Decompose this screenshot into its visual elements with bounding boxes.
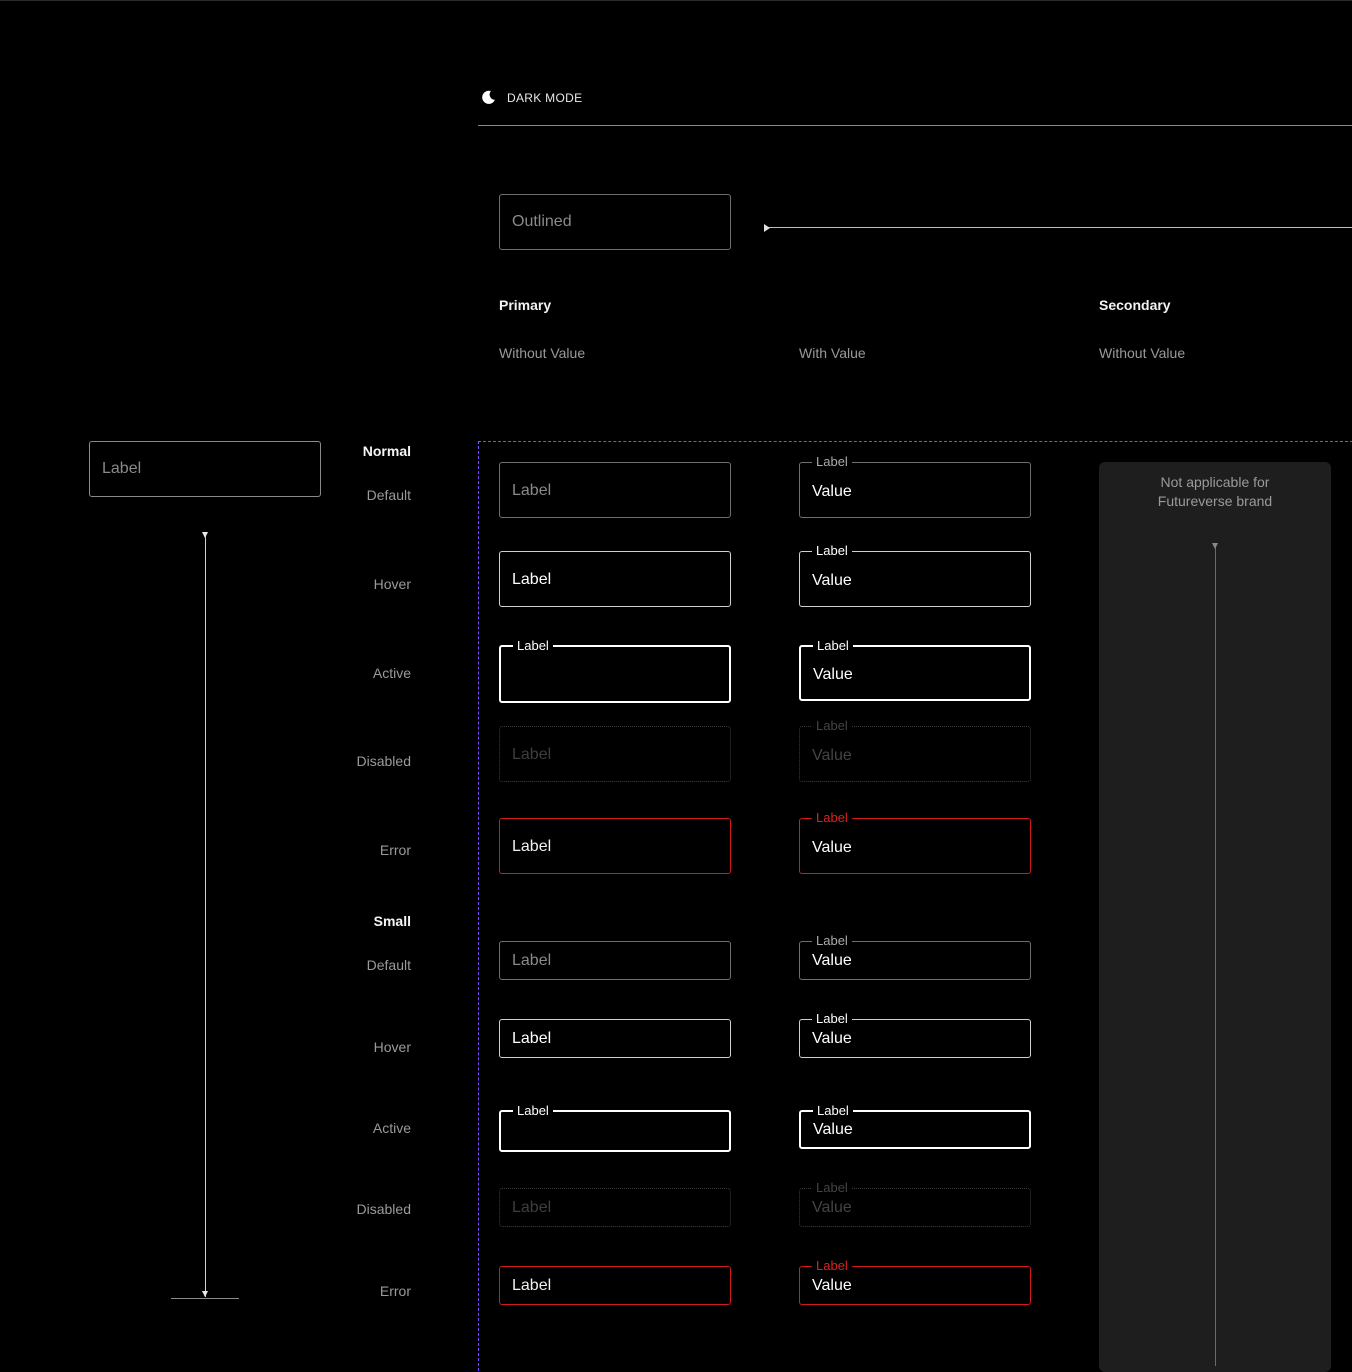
group-primary: Primary	[499, 297, 552, 313]
field-floating-label: Label	[812, 1180, 852, 1195]
field-floating-label: Label	[812, 454, 852, 469]
row-normal-error: Error	[379, 842, 411, 858]
normal-hover-field[interactable]: Label	[499, 551, 731, 607]
small-active-value-field[interactable]: Label Value	[799, 1103, 1031, 1149]
top-edge-line	[0, 0, 1352, 1]
measurement-line	[205, 532, 206, 1297]
section-normal: Normal	[362, 443, 411, 459]
measurement-baseline	[171, 1298, 239, 1299]
panel-guide-line	[1215, 546, 1216, 1366]
connector-line	[764, 227, 1352, 228]
small-hover-field[interactable]: Label	[499, 1019, 731, 1058]
small-error-value-field[interactable]: Label Value	[799, 1258, 1031, 1305]
field-floating-label: Label	[513, 1103, 553, 1118]
normal-default-value-field[interactable]: Label Value	[799, 454, 1031, 518]
row-small-active: Active	[372, 1120, 411, 1136]
field-floating-label: Label	[812, 1011, 852, 1026]
small-default-value-field[interactable]: Label Value	[799, 933, 1031, 980]
normal-error-field[interactable]: Label	[499, 818, 731, 874]
panel-guide-arrow-icon	[1212, 543, 1218, 549]
field-value: Value	[812, 747, 852, 764]
field-placeholder: Label	[512, 746, 552, 763]
field-placeholder: Label	[512, 571, 552, 588]
panel-line-1: Not applicable for	[1160, 474, 1270, 490]
field-value: Value	[812, 1030, 852, 1047]
section-small: Small	[373, 913, 411, 929]
measurement-bottom-arrow-icon	[202, 1291, 208, 1297]
measurement-top-arrow-icon	[202, 532, 208, 538]
connector-arrow-icon	[764, 224, 770, 232]
left-sample-field[interactable]: Label	[89, 441, 321, 497]
field-value: Value	[812, 483, 852, 500]
small-active-field[interactable]: Label	[499, 1103, 731, 1152]
field-value: Value	[812, 952, 852, 969]
outlined-sample-field[interactable]: Outlined	[499, 194, 731, 250]
row-small-default: Default	[366, 957, 411, 973]
secondary-panel-text: Not applicable for Futureverse brand	[1099, 473, 1331, 511]
field-placeholder: Label	[512, 1277, 552, 1294]
normal-active-value-field[interactable]: Label Value	[799, 638, 1031, 701]
small-default-field[interactable]: Label	[499, 941, 731, 980]
field-placeholder: Label	[512, 1030, 552, 1047]
field-value: Value	[812, 1199, 852, 1216]
field-floating-label: Label	[513, 638, 553, 653]
field-placeholder: Label	[512, 1199, 552, 1216]
field-floating-label: Label	[812, 1258, 852, 1273]
column-secondary-without-value: Without Value	[1099, 345, 1186, 361]
normal-hover-value-field[interactable]: Label Value	[799, 543, 1031, 607]
field-floating-label: Label	[812, 810, 852, 825]
column-with-value: With Value	[799, 345, 866, 361]
row-small-error: Error	[379, 1283, 411, 1299]
field-value: Value	[813, 1121, 853, 1138]
field-placeholder: Label	[512, 482, 552, 499]
field-value: Value	[812, 839, 852, 856]
field-floating-label: Label	[813, 638, 853, 653]
field-floating-label: Label	[812, 718, 852, 733]
row-normal-default: Default	[366, 487, 411, 503]
small-disabled-value-field: Label Value	[799, 1180, 1031, 1227]
small-error-field[interactable]: Label	[499, 1266, 731, 1305]
field-floating-label: Label	[813, 1103, 853, 1118]
row-small-disabled: Disabled	[356, 1201, 411, 1217]
field-floating-label: Label	[812, 543, 852, 558]
moon-icon	[482, 90, 495, 104]
normal-active-field[interactable]: Label	[499, 638, 731, 703]
group-secondary: Secondary	[1099, 297, 1171, 313]
small-disabled-field: Label	[499, 1188, 731, 1227]
header-divider	[478, 125, 1352, 126]
field-placeholder: Label	[512, 952, 552, 969]
normal-default-field[interactable]: Label	[499, 462, 731, 518]
mode-label: DARK MODE	[507, 91, 583, 105]
row-normal-disabled: Disabled	[356, 753, 411, 769]
row-normal-active: Active	[372, 665, 411, 681]
left-sample-placeholder: Label	[102, 460, 142, 477]
outlined-placeholder: Outlined	[512, 213, 572, 230]
field-value: Value	[812, 1277, 852, 1294]
panel-line-2: Futureverse brand	[1157, 493, 1273, 509]
column-without-value: Without Value	[499, 345, 586, 361]
normal-disabled-value-field: Label Value	[799, 718, 1031, 782]
field-placeholder: Label	[512, 838, 552, 855]
row-small-hover: Hover	[373, 1039, 411, 1055]
small-hover-value-field[interactable]: Label Value	[799, 1011, 1031, 1058]
row-normal-hover: Hover	[373, 576, 411, 592]
field-value: Value	[812, 572, 852, 589]
normal-error-value-field[interactable]: Label Value	[799, 810, 1031, 874]
field-floating-label: Label	[812, 933, 852, 948]
field-value: Value	[813, 666, 853, 683]
normal-disabled-field: Label	[499, 726, 731, 782]
